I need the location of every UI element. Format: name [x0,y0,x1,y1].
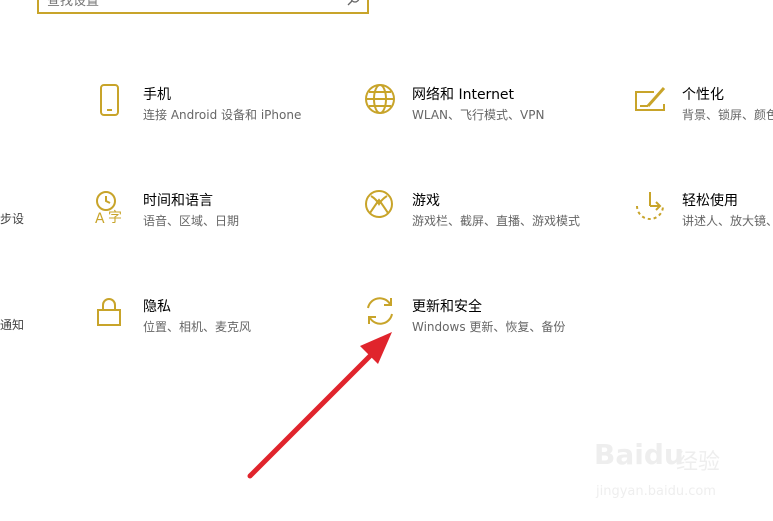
watermark-sub: 经验 [676,450,721,475]
baidu-watermark: Baidu 经验 jingyan.baidu.com [586,438,766,518]
watermark-brand: Baidu [594,438,684,471]
watermark-url: jingyan.baidu.com [596,484,716,499]
